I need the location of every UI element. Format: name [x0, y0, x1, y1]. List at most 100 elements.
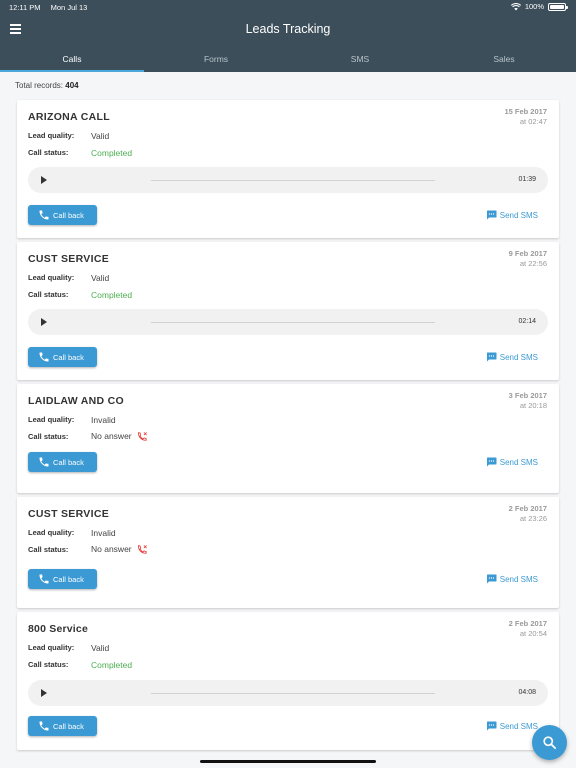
wifi-icon: [510, 2, 521, 10]
call-status-label: Call status:: [28, 290, 69, 299]
sms-icon: [486, 210, 497, 220]
send-sms-link[interactable]: Send SMS: [486, 574, 538, 584]
audio-duration: 02:14: [518, 318, 536, 325]
call-status-field: No answer: [91, 544, 148, 555]
lead-quality-value: Valid: [91, 131, 110, 141]
sms-icon: [486, 457, 497, 467]
lead-quality-value: Valid: [91, 643, 110, 653]
send-sms-label: Send SMS: [499, 352, 538, 362]
call-card: LAIDLAW AND CO 3 Feb 2017 at 20:18 Lead …: [17, 384, 559, 493]
call-date-day: 2 Feb 2017: [508, 504, 547, 513]
lead-quality-label: Lead quality:: [28, 273, 75, 282]
send-sms-label: Send SMS: [499, 457, 538, 467]
send-sms-link[interactable]: Send SMS: [486, 457, 538, 467]
lead-quality-label: Lead quality:: [28, 528, 75, 537]
total-records: Total records: 404: [15, 81, 79, 90]
call-date-day: 3 Feb 2017: [508, 391, 547, 400]
call-back-button[interactable]: Call back: [28, 452, 97, 472]
lead-quality-label: Lead quality:: [28, 643, 75, 652]
call-card: CUST SERVICE 2 Feb 2017 at 23:26 Lead qu…: [17, 497, 559, 608]
total-records-label: Total records:: [15, 81, 64, 90]
lead-quality-label: Lead quality:: [28, 131, 75, 140]
battery-icon: [548, 2, 568, 11]
send-sms-label: Send SMS: [499, 721, 538, 731]
call-status-field: No answer: [91, 431, 148, 442]
caller-name: 800 Service: [28, 623, 89, 635]
call-back-label: Call back: [53, 458, 84, 467]
app-bar: Leads Tracking: [0, 14, 576, 45]
status-time: 12:11 PM: [9, 3, 41, 12]
tab-bar: Calls Forms SMS Sales: [0, 45, 576, 72]
audio-duration: 04:08: [518, 689, 536, 696]
call-back-button[interactable]: Call back: [28, 569, 97, 589]
call-date: 9 Feb 2017 at 22:56: [509, 249, 547, 268]
audio-player: 04:08: [28, 680, 548, 706]
phone-icon: [39, 574, 49, 584]
audio-progress-track[interactable]: [151, 179, 435, 181]
phone-icon: [39, 352, 49, 362]
call-date-day: 15 Feb 2017: [504, 107, 547, 116]
caller-name: CUST SERVICE: [28, 253, 110, 265]
lead-quality-value: Valid: [91, 273, 110, 283]
battery-percent: 100%: [524, 2, 544, 11]
audio-progress-track[interactable]: [151, 321, 435, 323]
call-back-label: Call back: [53, 353, 84, 362]
call-status-label: Call status:: [28, 432, 69, 441]
search-fab-button[interactable]: [532, 725, 567, 760]
tab-sales[interactable]: Sales: [432, 45, 576, 72]
phone-icon: [39, 457, 49, 467]
missed-call-icon: [137, 432, 147, 441]
send-sms-label: Send SMS: [499, 210, 538, 220]
call-list: ARIZONA CALL 15 Feb 2017 at 02:47 Lead q…: [17, 100, 559, 754]
call-card: CUST SERVICE 9 Feb 2017 at 22:56 Lead qu…: [17, 242, 559, 380]
sms-icon: [486, 721, 497, 731]
caller-name: CUST SERVICE: [28, 508, 110, 520]
play-icon[interactable]: [41, 689, 47, 697]
phone-icon: [39, 210, 49, 220]
play-icon[interactable]: [41, 176, 47, 184]
caller-name: LAIDLAW AND CO: [28, 395, 124, 407]
call-status-value: Completed: [91, 660, 133, 670]
call-back-button[interactable]: Call back: [28, 347, 97, 367]
call-status-value: Completed: [91, 148, 133, 158]
call-date-time: at 23:26: [519, 513, 547, 523]
call-back-button[interactable]: Call back: [28, 205, 97, 225]
tab-calls[interactable]: Calls: [0, 45, 144, 72]
call-status-value: No answer: [91, 544, 132, 554]
call-card: ARIZONA CALL 15 Feb 2017 at 02:47 Lead q…: [17, 100, 559, 238]
phone-icon: [39, 721, 49, 731]
audio-progress-track[interactable]: [151, 692, 435, 694]
lead-quality-value: Invalid: [91, 528, 116, 538]
call-date-time: at 02:47: [519, 116, 547, 126]
call-date: 2 Feb 2017 at 20:54: [509, 619, 547, 638]
call-date-time: at 22:56: [519, 258, 547, 268]
play-icon[interactable]: [41, 318, 47, 326]
call-date-time: at 20:18: [519, 400, 547, 410]
missed-call-icon: [137, 545, 147, 554]
page-title: Leads Tracking: [245, 22, 331, 36]
sms-icon: [486, 352, 497, 362]
call-status-label: Call status:: [28, 148, 69, 157]
sms-icon: [486, 574, 497, 584]
tab-forms[interactable]: Forms: [144, 45, 288, 72]
call-date-day: 9 Feb 2017: [508, 249, 547, 258]
send-sms-link[interactable]: Send SMS: [486, 352, 538, 362]
home-indicator[interactable]: [200, 760, 376, 763]
call-back-label: Call back: [53, 722, 84, 731]
call-card: 800 Service 2 Feb 2017 at 20:54 Lead qua…: [17, 612, 559, 750]
call-date: 2 Feb 2017 at 23:26: [509, 504, 547, 523]
call-date: 15 Feb 2017 at 02:47: [504, 107, 547, 126]
audio-player: 01:39: [28, 167, 548, 193]
lead-quality-label: Lead quality:: [28, 415, 75, 424]
call-date: 3 Feb 2017 at 20:18: [509, 391, 547, 410]
tab-sms[interactable]: SMS: [288, 45, 432, 72]
call-status-value: No answer: [91, 431, 132, 441]
total-records-count: 404: [65, 81, 79, 90]
send-sms-link[interactable]: Send SMS: [486, 721, 538, 731]
send-sms-link[interactable]: Send SMS: [486, 210, 538, 220]
call-date-time: at 20:54: [519, 628, 547, 638]
call-status-value: Completed: [91, 290, 133, 300]
call-back-label: Call back: [53, 211, 84, 220]
call-back-button[interactable]: Call back: [28, 716, 97, 736]
caller-name: ARIZONA CALL: [28, 111, 110, 123]
